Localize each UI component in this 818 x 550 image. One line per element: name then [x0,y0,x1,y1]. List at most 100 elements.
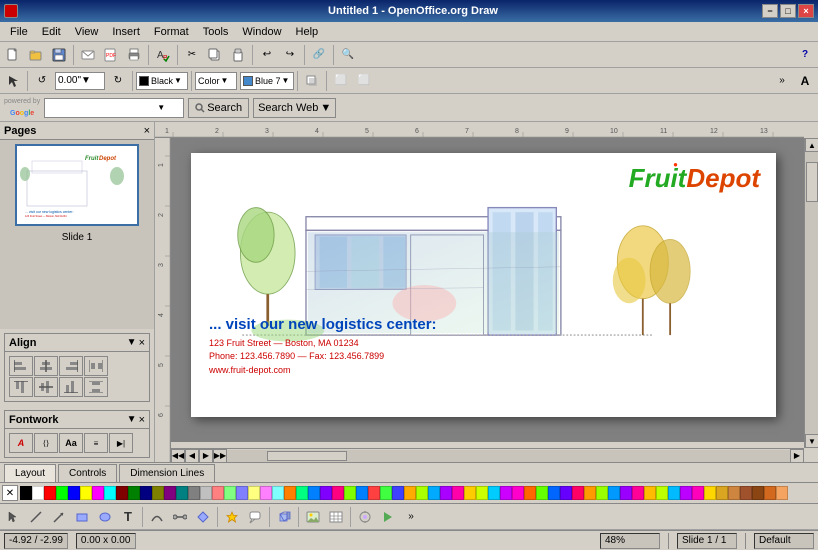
curve-tool[interactable] [146,506,168,528]
ellipse-tool[interactable] [94,506,116,528]
spell-button[interactable]: AB [152,44,174,66]
scroll-down-btn[interactable]: ▼ [805,434,818,448]
color-swatch-29[interactable] [368,486,380,500]
color-swatch-27[interactable] [344,486,356,500]
scroll-up-btn[interactable]: ▲ [805,138,818,152]
hyperlink-button[interactable]: 🔗 [308,44,330,66]
line-color-combo[interactable]: Black ▼ [136,72,188,90]
menu-view[interactable]: View [69,25,105,39]
distribute-h-btn[interactable] [84,356,108,376]
cut-button[interactable]: ✂ [181,44,203,66]
color-swatch-10[interactable] [140,486,152,500]
search-dropdown-arrow[interactable]: ▼ [157,103,165,112]
color-swatch-13[interactable] [176,486,188,500]
color-swatch-12[interactable] [164,486,176,500]
menu-help[interactable]: Help [290,25,325,39]
fontwork-align-btn[interactable]: ≡ [84,433,108,453]
color-swatch-16[interactable] [212,486,224,500]
color-swatch-23[interactable] [296,486,308,500]
color-swatch-0[interactable] [20,486,32,500]
undo-button[interactable]: ↩ [256,44,278,66]
align-expand-btn[interactable]: ▼ [127,337,137,349]
color-swatch-11[interactable] [152,486,164,500]
align-center-v-btn[interactable] [34,377,58,397]
fontwork-gallery-btn[interactable]: A [9,433,33,453]
color-swatch-17[interactable] [224,486,236,500]
open-button[interactable] [25,44,47,66]
rotate-right[interactable]: ↻ [107,70,129,92]
page-next-btn[interactable]: ▶ [199,449,213,463]
color-swatch-39[interactable] [488,486,500,500]
align-left-btn[interactable] [9,356,33,376]
color-swatch-18[interactable] [236,486,248,500]
pages-area[interactable]: Fruit Depot ... visit our new logistics … [0,140,154,329]
align-right-btn[interactable] [59,356,83,376]
print-button[interactable] [123,44,145,66]
flowchart-tool[interactable] [192,506,214,528]
callout-tool[interactable] [244,506,266,528]
menu-insert[interactable]: Insert [106,25,146,39]
scroll-thumb-h[interactable] [267,451,347,461]
color-swatch-7[interactable] [104,486,116,500]
tab-controls[interactable]: Controls [58,464,117,482]
color-swatch-57[interactable] [704,486,716,500]
find-button[interactable]: 🔍 [337,44,359,66]
color-swatch-55[interactable] [680,486,692,500]
align-center-h-btn[interactable] [34,356,58,376]
pages-close-btn[interactable]: × [144,125,150,137]
color-swatch-9[interactable] [128,486,140,500]
email-button[interactable] [77,44,99,66]
color-swatch-59[interactable] [728,486,740,500]
paste-button[interactable] [227,44,249,66]
rotation-input[interactable]: 0.00" ▼ [55,72,105,90]
menu-window[interactable]: Window [236,25,287,39]
scroll-thumb-v[interactable] [806,162,818,202]
align-bottom-btn[interactable] [59,377,83,397]
color-swatch-31[interactable] [392,486,404,500]
stars-tool[interactable] [221,506,243,528]
arrow-tool[interactable] [48,506,70,528]
color-swatch-62[interactable] [764,486,776,500]
special-effects-btn[interactable] [354,506,376,528]
align-center-btn[interactable]: ⬜ [353,70,375,92]
save-button[interactable] [48,44,70,66]
animation-btn[interactable] [377,506,399,528]
rotate-left[interactable]: ↺ [31,70,53,92]
google-search-input[interactable] [47,102,157,114]
page-last-btn[interactable]: ▶▶ [213,449,227,463]
color-swatch-42[interactable] [524,486,536,500]
menu-tools[interactable]: Tools [197,25,235,39]
zoom-display[interactable]: 48% [600,533,660,549]
pdf-button[interactable]: PDF [100,44,122,66]
area-style-combo[interactable]: Color ▼ [195,72,237,90]
color-swatch-46[interactable] [572,486,584,500]
fontwork-spacing-btn[interactable]: ▶| [109,433,133,453]
insert-image-btn[interactable] [302,506,324,528]
text-tool[interactable]: T [117,506,139,528]
3d-tool[interactable] [273,506,295,528]
color-swatch-53[interactable] [656,486,668,500]
menu-file[interactable]: File [4,25,34,39]
align-left-btn[interactable]: ⬜ [330,70,352,92]
color-swatch-58[interactable] [716,486,728,500]
align-close-btn[interactable]: × [139,337,145,349]
color-swatch-50[interactable] [620,486,632,500]
color-swatch-22[interactable] [284,486,296,500]
area-color-combo[interactable]: Blue 7 ▼ [240,72,294,90]
table-tool[interactable] [325,506,347,528]
color-swatch-20[interactable] [260,486,272,500]
select-pointer[interactable] [2,70,24,92]
menu-edit[interactable]: Edit [36,25,67,39]
color-swatch-26[interactable] [332,486,344,500]
scroll-right-btn[interactable]: ▶ [790,449,804,463]
connector-tool[interactable] [169,506,191,528]
redo-button[interactable]: ↪ [279,44,301,66]
search-web-combo[interactable]: Search Web ▼ [253,98,336,118]
color-swatch-33[interactable] [416,486,428,500]
color-swatch-44[interactable] [548,486,560,500]
maximize-button[interactable]: □ [780,4,796,18]
color-swatch-56[interactable] [692,486,704,500]
color-swatch-4[interactable] [68,486,80,500]
slide-canvas[interactable]: FruitDepot ● [191,153,776,417]
fontwork-close-btn[interactable]: × [139,414,145,426]
